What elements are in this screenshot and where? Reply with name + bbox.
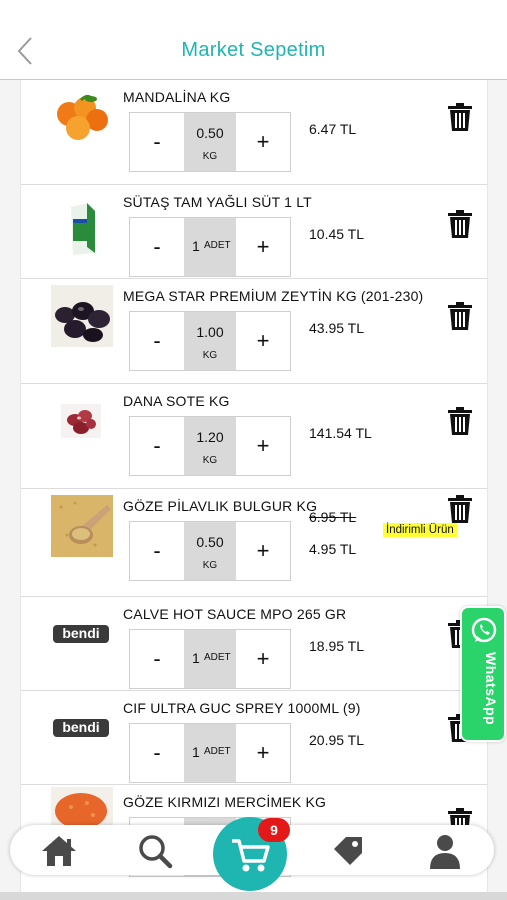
cart-item-row: DANA SOTE KG - 1.20 KG + 141.54 TL <box>21 384 487 489</box>
quantity-value: 0.50 KG <box>184 113 236 171</box>
home-icon[interactable] <box>40 833 78 869</box>
increase-button[interactable]: + <box>236 630 290 688</box>
qty-unit: ADET <box>204 746 231 757</box>
item-price: 43.95 TL <box>309 320 365 336</box>
bendi-logo: bendi <box>51 697 113 759</box>
qty-number: 1.20 <box>196 429 224 445</box>
cart-item-row: SÜTAŞ TAM YAĞLI SÜT 1 LT - 1 ADET + 10.4… <box>21 185 487 279</box>
quantity-value: 1.20 KG <box>184 417 236 475</box>
mandarin-image <box>51 86 113 148</box>
quantity-stepper: - 0.50 KG + <box>129 521 291 581</box>
cart-icon <box>232 839 270 872</box>
cart-list[interactable]: MANDALİNA KG - 0.50 KG + 6.47 TL SÜTAŞ T… <box>20 80 488 900</box>
increase-button[interactable]: + <box>236 724 290 782</box>
trash-icon[interactable] <box>447 406 473 436</box>
old-price: 6.95 TL <box>309 509 357 525</box>
cart-count-badge: 9 <box>258 818 290 842</box>
search-icon[interactable] <box>136 833 174 869</box>
bendi-logo: bendi <box>51 603 113 665</box>
qty-number: 1.00 <box>196 324 224 340</box>
quantity-stepper: - 1.00 KG + <box>129 311 291 371</box>
qty-unit: ADET <box>204 652 231 663</box>
header: Market Sepetim <box>0 0 507 80</box>
quantity-stepper: - 1 ADET + <box>129 629 291 689</box>
quantity-stepper: - 0.50 KG + <box>129 112 291 172</box>
cart-item-row: bendi CALVE HOT SAUCE MPO 265 GR - 1 ADE… <box>21 597 487 691</box>
quantity-stepper: - 1 ADET + <box>129 217 291 277</box>
whatsapp-label: WhatsApp <box>483 652 499 726</box>
cart-item-row: bendi CIF ULTRA GUC SPREY 1000ML (9) - 1… <box>21 691 487 785</box>
whatsapp-button[interactable]: WhatsApp <box>460 606 506 742</box>
qty-unit: KG <box>202 151 218 162</box>
qty-unit: KG <box>202 560 218 571</box>
bulgur-image <box>51 495 113 557</box>
increase-button[interactable]: + <box>236 417 290 475</box>
decrease-button[interactable]: - <box>130 724 184 782</box>
qty-number: 1 <box>192 238 200 254</box>
trash-icon[interactable] <box>447 301 473 331</box>
user-icon[interactable] <box>426 833 464 869</box>
increase-button[interactable]: + <box>236 312 290 370</box>
item-name: CIF ULTRA GUC SPREY 1000ML (9) <box>123 700 361 716</box>
beef-image <box>51 390 113 452</box>
item-price: 4.95 TL <box>309 541 357 557</box>
qty-number: 1 <box>192 744 200 760</box>
decrease-button[interactable]: - <box>130 218 184 276</box>
item-name: DANA SOTE KG <box>123 393 230 409</box>
decrease-button[interactable]: - <box>130 312 184 370</box>
item-name: MEGA STAR PREMİUM ZEYTİN KG (201-230) <box>123 288 424 304</box>
quantity-stepper: - 1.20 KG + <box>129 416 291 476</box>
decrease-button[interactable]: - <box>130 630 184 688</box>
item-name: GÖZE KIRMIZI MERCİMEK KG <box>123 794 327 810</box>
quantity-value: 0.50 KG <box>184 522 236 580</box>
increase-button[interactable]: + <box>236 218 290 276</box>
cart-item-row: MEGA STAR PREMİUM ZEYTİN KG (201-230) - … <box>21 279 487 384</box>
svg-text:bendi: bendi <box>62 719 99 735</box>
item-price: 6.47 TL <box>309 121 357 137</box>
item-price: 18.95 TL <box>309 638 365 654</box>
page-title: Market Sepetim <box>181 39 326 61</box>
trash-icon[interactable] <box>447 494 473 524</box>
item-name: SÜTAŞ TAM YAĞLI SÜT 1 LT <box>123 194 312 210</box>
app-screen: Market Sepetim MANDALİNA KG - 0.50 KG + … <box>0 0 507 900</box>
qty-unit: KG <box>202 455 218 466</box>
item-price: 20.95 TL <box>309 732 365 748</box>
whatsapp-icon <box>471 617 497 643</box>
trash-icon[interactable] <box>447 102 473 132</box>
tag-icon[interactable] <box>330 833 368 869</box>
item-price: 10.45 TL <box>309 226 365 242</box>
item-name: MANDALİNA KG <box>123 89 231 105</box>
decrease-button[interactable]: - <box>130 417 184 475</box>
item-name: GÖZE PİLAVLIK BULGUR KG <box>123 498 318 514</box>
decrease-button[interactable]: - <box>130 522 184 580</box>
quantity-value: 1.00 KG <box>184 312 236 370</box>
cart-item-row: GÖZE PİLAVLIK BULGUR KG - 0.50 KG + 6.95… <box>21 489 487 597</box>
qty-number: 0.50 <box>196 534 224 550</box>
item-name: CALVE HOT SAUCE MPO 265 GR <box>123 606 347 622</box>
quantity-value: 1 ADET <box>184 218 236 276</box>
discount-badge: İndirimli Ürün <box>383 523 457 537</box>
olives-image <box>51 285 113 347</box>
quantity-value: 1 ADET <box>184 630 236 688</box>
cart-item-row: MANDALİNA KG - 0.50 KG + 6.47 TL <box>21 80 487 185</box>
milk-carton-image <box>51 197 113 259</box>
item-price: 141.54 TL <box>309 425 372 441</box>
quantity-stepper: - 1 ADET + <box>129 723 291 783</box>
svg-text:bendi: bendi <box>62 625 99 641</box>
qty-unit: KG <box>202 350 218 361</box>
quantity-value: 1 ADET <box>184 724 236 782</box>
increase-button[interactable]: + <box>236 113 290 171</box>
increase-button[interactable]: + <box>236 522 290 580</box>
trash-icon[interactable] <box>447 209 473 239</box>
qty-number: 0.50 <box>196 125 224 141</box>
decrease-button[interactable]: - <box>130 113 184 171</box>
qty-unit: ADET <box>204 240 231 251</box>
qty-number: 1 <box>192 650 200 666</box>
bottom-edge <box>0 892 507 900</box>
